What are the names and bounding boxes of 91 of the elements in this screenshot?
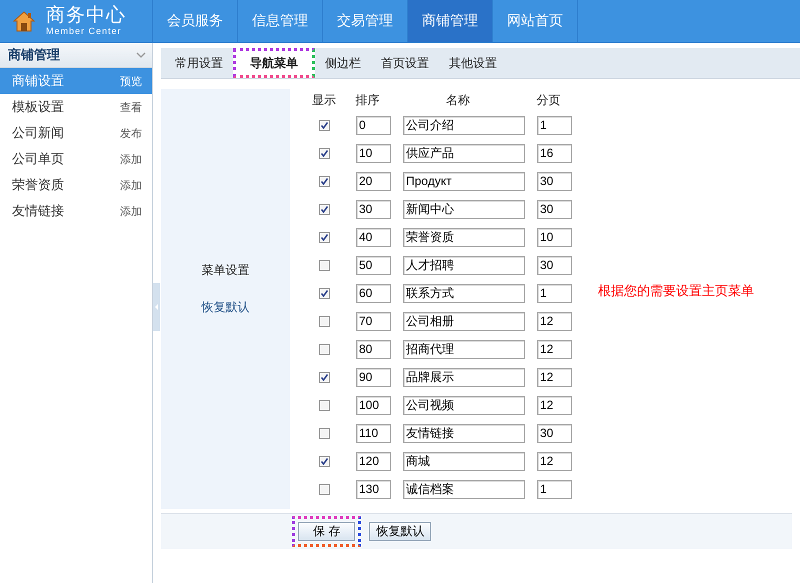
sidebar-item[interactable]: 公司新闻 发布 <box>0 120 152 146</box>
item-label: 公司新闻 <box>12 124 64 142</box>
nav-tab[interactable]: 商铺管理 <box>408 0 493 42</box>
checkbox[interactable] <box>318 344 330 356</box>
item-action-link[interactable]: 添加 <box>120 152 142 166</box>
page-field[interactable]: 16 <box>537 144 572 162</box>
order-field[interactable]: 30 <box>356 200 391 218</box>
checkbox[interactable] <box>318 316 330 328</box>
column-header: 分页 <box>536 92 560 106</box>
page-field[interactable]: 30 <box>537 424 572 442</box>
item-label: 商铺设置 <box>12 72 64 90</box>
app-subtitle: Member Center <box>46 27 123 36</box>
page-field[interactable]: 12 <box>537 396 572 414</box>
name-field[interactable]: 诚信档案 <box>403 480 525 498</box>
page-field[interactable]: 30 <box>537 200 572 218</box>
order-field[interactable]: 20 <box>356 172 391 190</box>
order-field[interactable]: 120 <box>356 452 391 470</box>
reset-link[interactable]: 恢复默认 <box>202 299 250 316</box>
house-icon <box>12 9 36 33</box>
page-field[interactable]: 12 <box>537 452 572 470</box>
page-field[interactable]: 10 <box>537 228 572 246</box>
column-header: 名称 <box>446 92 470 106</box>
checkbox[interactable] <box>318 372 330 384</box>
checkbox[interactable] <box>318 456 330 468</box>
order-field[interactable]: 50 <box>356 256 391 274</box>
name-field[interactable]: 品牌展示 <box>403 368 525 386</box>
sidebar-item[interactable]: 友情链接 添加 <box>0 198 152 224</box>
section-label: 菜单设置 <box>202 262 250 279</box>
tab[interactable]: 其他设置 <box>439 48 507 78</box>
item-label: 模板设置 <box>12 98 64 116</box>
page-field[interactable]: 30 <box>537 172 572 190</box>
name-field[interactable]: 友情链接 <box>403 424 525 442</box>
order-field[interactable]: 70 <box>356 312 391 330</box>
order-field[interactable]: 130 <box>356 480 391 498</box>
order-field[interactable]: 90 <box>356 368 391 386</box>
tab[interactable]: 首页设置 <box>371 48 439 78</box>
tab[interactable]: 导航菜单 <box>233 48 315 78</box>
page-field[interactable]: 12 <box>537 368 572 386</box>
item-label: 友情链接 <box>12 202 64 220</box>
checkbox[interactable] <box>318 120 330 132</box>
page-field[interactable]: 30 <box>537 256 572 274</box>
order-field[interactable]: 80 <box>356 340 391 358</box>
checkbox[interactable] <box>318 400 330 412</box>
name-field[interactable]: 商城 <box>403 452 525 470</box>
column-header: 排序 <box>356 92 380 106</box>
checkbox[interactable] <box>318 148 330 160</box>
order-field[interactable]: 10 <box>356 144 391 162</box>
tab[interactable]: 侧边栏 <box>315 48 371 78</box>
name-field[interactable]: 公司相册 <box>403 312 525 330</box>
sidebar-item[interactable]: 公司单页 添加 <box>0 146 152 172</box>
reset-button[interactable]: 恢复默认 <box>369 522 432 541</box>
checkbox[interactable] <box>318 204 330 216</box>
checkbox[interactable] <box>318 176 330 188</box>
sidebar-title: 商铺管理 <box>8 46 60 64</box>
checkbox[interactable] <box>318 232 330 244</box>
checkbox[interactable] <box>318 428 330 440</box>
page-field[interactable]: 12 <box>537 312 572 330</box>
item-action-link[interactable]: 添加 <box>120 204 142 218</box>
page-field[interactable]: 1 <box>537 284 572 302</box>
name-field[interactable]: 招商代理 <box>403 340 525 358</box>
order-field[interactable]: 60 <box>356 284 391 302</box>
name-field[interactable]: 新闻中心 <box>403 200 525 218</box>
save-button[interactable]: 保 存 <box>298 522 356 541</box>
checkbox[interactable] <box>318 260 330 272</box>
item-label: 荣誉资质 <box>12 176 64 194</box>
sidebar-item[interactable]: 荣誉资质 添加 <box>0 172 152 198</box>
item-label: 公司单页 <box>12 150 64 168</box>
item-action-link[interactable]: 发布 <box>120 126 142 140</box>
name-field[interactable]: 公司视频 <box>403 396 525 414</box>
item-action-link[interactable]: 查看 <box>120 100 142 114</box>
name-field[interactable]: 联系方式 <box>403 284 525 302</box>
name-field[interactable]: Продукт <box>403 172 525 190</box>
page-field[interactable]: 12 <box>537 340 572 358</box>
name-field[interactable]: 供应产品 <box>403 144 525 162</box>
order-field[interactable]: 100 <box>356 396 391 414</box>
hint-text: 根据您的需要设置主页菜单 <box>598 282 754 300</box>
checkbox[interactable] <box>318 288 330 300</box>
page-field[interactable]: 1 <box>537 480 572 498</box>
tab[interactable]: 常用设置 <box>165 48 233 78</box>
name-field[interactable]: 人才招聘 <box>403 256 525 274</box>
name-field[interactable]: 荣誉资质 <box>403 228 525 246</box>
page-field[interactable]: 1 <box>537 116 572 134</box>
item-action-link[interactable]: 添加 <box>120 178 142 192</box>
column-header: 显示 <box>312 92 336 106</box>
order-field[interactable]: 0 <box>356 116 391 134</box>
order-field[interactable]: 110 <box>356 424 391 442</box>
app-title: 商务中心 <box>46 6 126 25</box>
sidebar-item[interactable]: 模板设置 查看 <box>0 94 152 120</box>
order-field[interactable]: 40 <box>356 228 391 246</box>
name-field[interactable]: 公司介绍 <box>403 116 525 134</box>
checkbox[interactable] <box>318 484 330 496</box>
